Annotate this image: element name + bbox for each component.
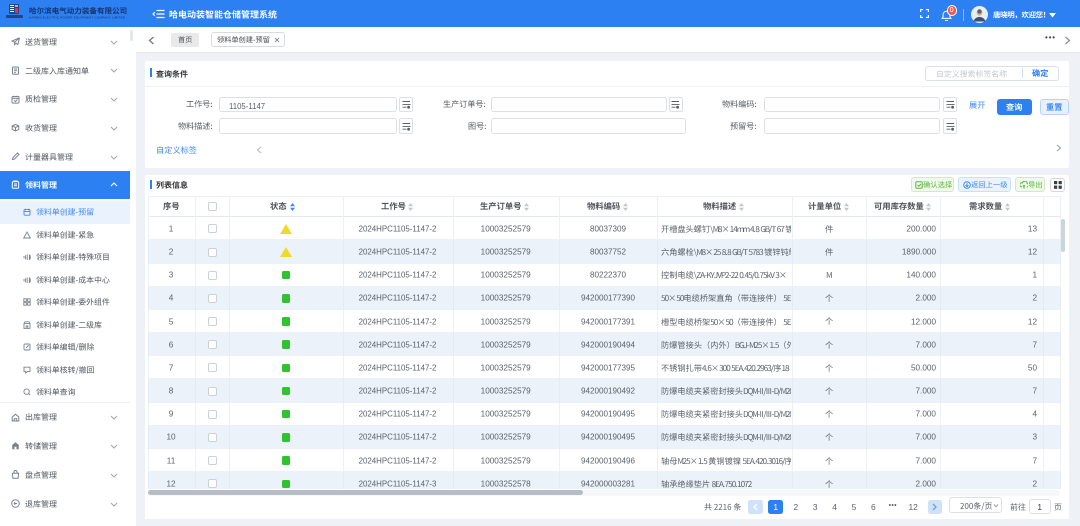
svg-text:HARBIN ELECTRIC POWER EQUIPMEN: HARBIN ELECTRIC POWER EQUIPMENT COMPANY … xyxy=(29,15,126,19)
